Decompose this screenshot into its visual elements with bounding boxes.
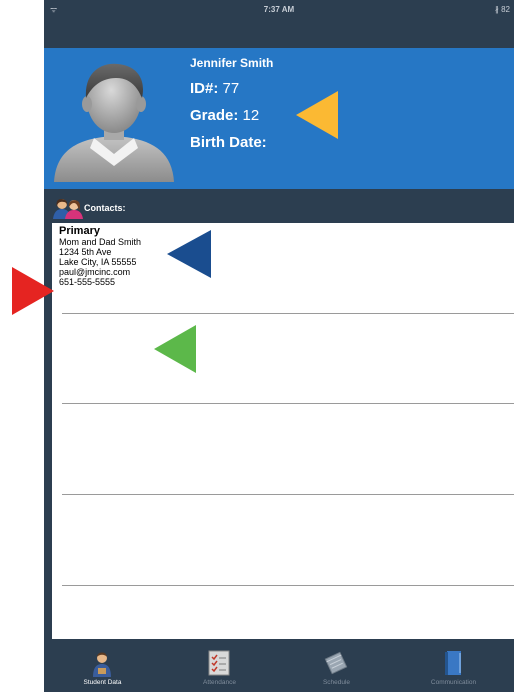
navigation-bar — [44, 20, 514, 48]
dark-blue-arrow-icon — [167, 230, 211, 278]
contact-type: Primary — [59, 225, 100, 237]
tab-label: Schedule — [322, 679, 351, 686]
red-arrow-icon — [12, 267, 54, 315]
book-icon — [445, 651, 461, 675]
yellow-arrow-icon — [296, 91, 338, 139]
id-label: ID#: — [190, 80, 219, 97]
tab-label: Attendance — [203, 679, 236, 686]
id-value: 77 — [222, 80, 240, 97]
row-divider — [62, 494, 514, 495]
row-divider — [62, 313, 514, 314]
student-grade: Grade: 12 — [190, 107, 273, 124]
contacts-list: Primary Mom and Dad Smith 1234 5th Ave L… — [52, 223, 514, 639]
student-header: Jennifer Smith ID#: 77 Grade: 12 Birth D… — [44, 48, 514, 189]
student-name: Jennifer Smith — [190, 56, 274, 70]
tab-bar: Student Data Attendance Schedule Communi… — [44, 639, 514, 692]
notebook-icon — [324, 651, 348, 675]
student-id: ID#: 77 — [190, 80, 273, 97]
tab-label: Communication — [430, 679, 477, 686]
tab-communication[interactable]: Communication — [395, 639, 512, 692]
status-time: 7:37 AM — [263, 5, 295, 14]
tab-student-data[interactable]: Student Data — [44, 639, 161, 692]
checklist-icon — [208, 650, 230, 676]
row-divider — [62, 403, 514, 404]
contacts-icon — [53, 199, 83, 219]
green-arrow-icon — [154, 325, 196, 373]
student-info: Jennifer Smith ID#: 77 Grade: 12 Birth D… — [190, 54, 273, 151]
contact-card-primary[interactable]: Primary Mom and Dad Smith 1234 5th Ave L… — [59, 225, 141, 287]
contact-street: 1234 5th Ave — [59, 247, 112, 257]
contact-email[interactable]: paul@jmcinc.com — [59, 267, 141, 277]
contact-phone[interactable]: 651-555-5555 — [59, 277, 141, 287]
battery-icon: ∦ 82 — [494, 5, 510, 14]
birth-date-label: Birth Date: — [190, 134, 267, 151]
student-icon — [93, 652, 111, 677]
contact-city: Lake City, IA 55555 — [59, 257, 137, 267]
tab-attendance[interactable]: Attendance — [161, 639, 278, 692]
student-birth-date: Birth Date: — [190, 134, 273, 151]
grade-value: 12 — [242, 107, 260, 124]
tab-schedule[interactable]: Schedule — [278, 639, 395, 692]
contacts-label: Contacts: — [84, 203, 126, 213]
contact-names: Mom and Dad Smith — [59, 237, 142, 247]
status-bar: ᯤ 7:37 AM ∦ 82 — [44, 0, 514, 20]
row-divider — [62, 585, 514, 586]
student-avatar-icon — [54, 63, 174, 182]
contacts-section-header: Contacts: — [44, 189, 514, 223]
tab-label: Student Data — [83, 679, 122, 686]
app-window: ᯤ 7:37 AM ∦ 82 Jennifer Smith ID#: 77 Gr… — [44, 0, 514, 692]
grade-label: Grade: — [190, 107, 239, 124]
